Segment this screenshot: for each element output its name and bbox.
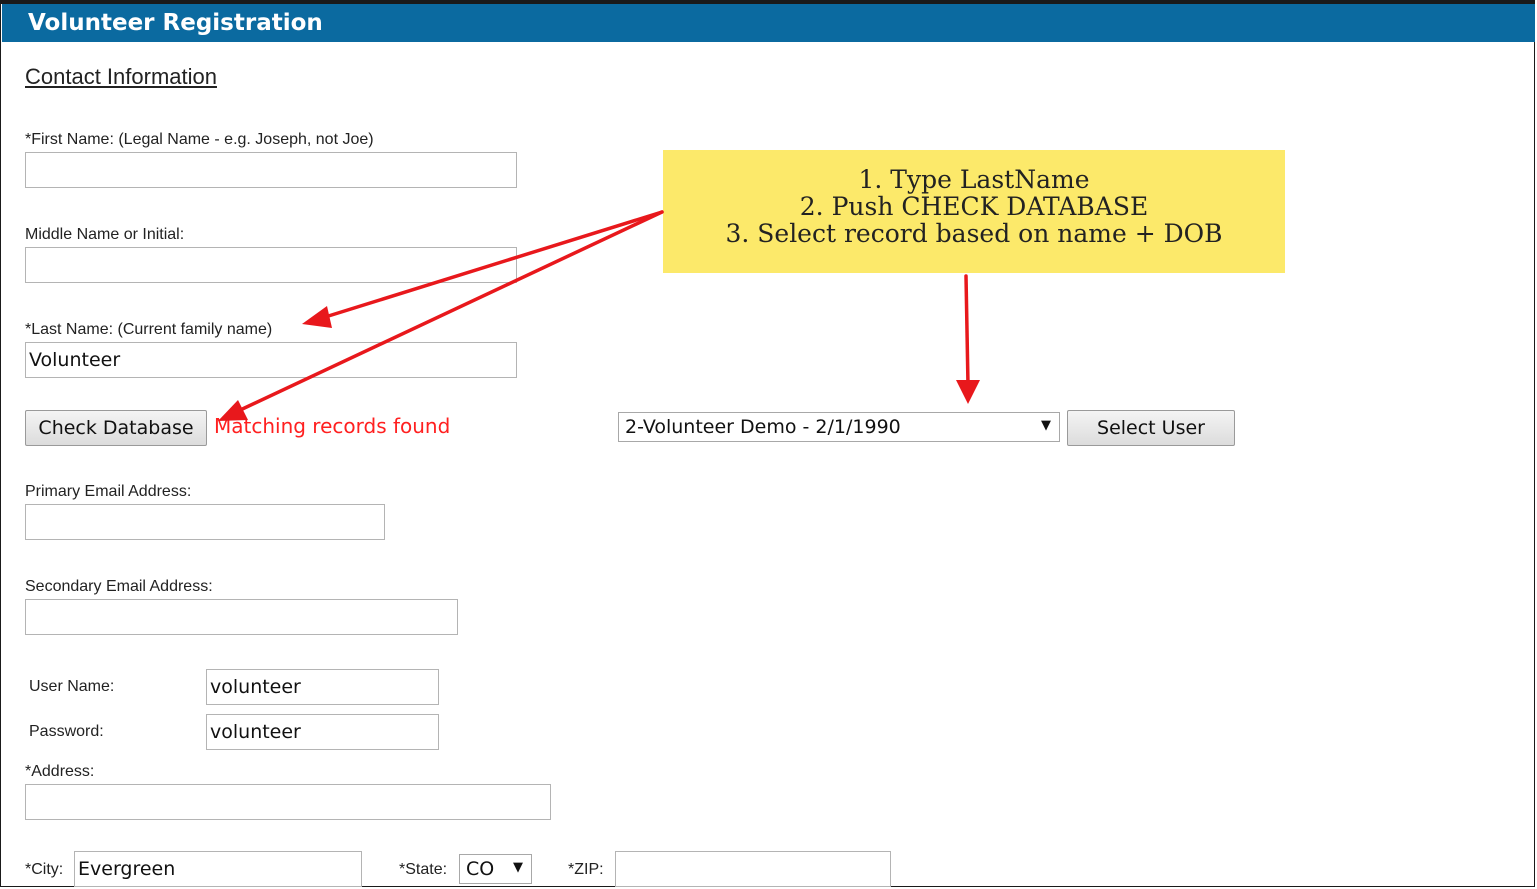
- last-name-input[interactable]: Volunteer: [25, 342, 517, 378]
- secondary-email-label: Secondary Email Address:: [25, 578, 213, 595]
- matching-records-message: Matching records found: [214, 414, 451, 438]
- chevron-down-icon: ▼: [1041, 418, 1051, 433]
- address-input[interactable]: [25, 784, 551, 820]
- instruction-callout: 1. Type LastName 2. Push CHECK DATABASE …: [663, 150, 1285, 273]
- address-label: *Address:: [25, 763, 95, 780]
- callout-line-3: 3. Select record based on name + DOB: [725, 219, 1223, 248]
- primary-email-label: Primary Email Address:: [25, 483, 192, 500]
- user-name-input[interactable]: volunteer: [206, 669, 439, 705]
- page-title: Volunteer Registration: [28, 10, 323, 36]
- page-header: Volunteer Registration: [2, 4, 1535, 42]
- callout-line-1: 1. Type LastName: [858, 165, 1090, 194]
- zip-input[interactable]: [615, 851, 891, 887]
- password-label: Password:: [29, 723, 104, 740]
- first-name-input[interactable]: [25, 152, 517, 188]
- zip-label: *ZIP:: [568, 861, 604, 878]
- state-selected: CO: [466, 858, 495, 880]
- chevron-down-icon: ▼: [513, 860, 523, 875]
- password-input[interactable]: volunteer: [206, 714, 439, 750]
- last-name-label: *Last Name: (Current family name): [25, 321, 273, 338]
- secondary-email-input[interactable]: [25, 599, 458, 635]
- primary-email-input[interactable]: [25, 504, 385, 540]
- callout-line-2: 2. Push CHECK DATABASE: [799, 192, 1149, 221]
- user-name-label: User Name:: [29, 678, 115, 695]
- state-select[interactable]: CO ▼: [459, 854, 532, 884]
- city-input[interactable]: Evergreen: [74, 851, 362, 887]
- check-database-button[interactable]: Check Database: [25, 410, 207, 446]
- city-label: *City:: [25, 861, 64, 878]
- state-label: *State:: [399, 861, 448, 878]
- first-name-label: *First Name: (Legal Name - e.g. Joseph, …: [25, 131, 374, 148]
- user-record-selected: 2-Volunteer Demo - 2/1/1990: [625, 416, 901, 438]
- select-user-button[interactable]: Select User: [1067, 410, 1235, 446]
- section-title: Contact Information: [25, 64, 217, 89]
- user-record-select[interactable]: 2-Volunteer Demo - 2/1/1990 ▼: [618, 412, 1060, 442]
- middle-name-label: Middle Name or Initial:: [25, 226, 185, 243]
- middle-name-input[interactable]: [25, 247, 517, 283]
